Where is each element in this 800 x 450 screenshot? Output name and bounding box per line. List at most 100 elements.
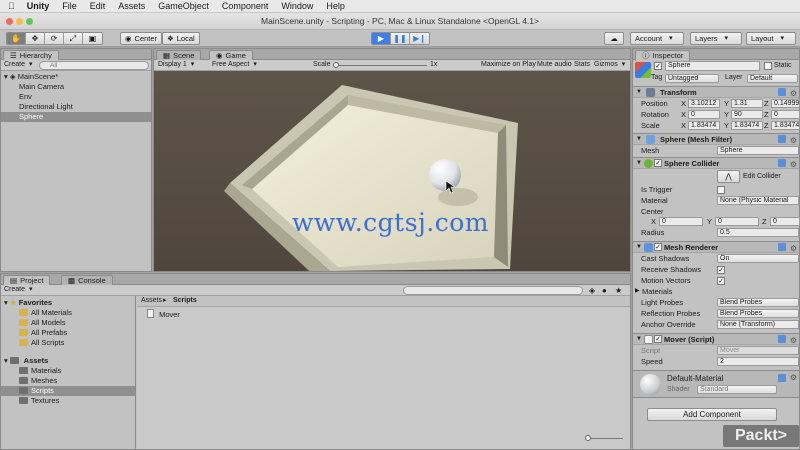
is-trigger-checkbox[interactable] [717, 186, 725, 194]
gizmos-dropdown[interactable]: Gizmos [594, 60, 625, 70]
hand-tool-icon[interactable]: ✋ [7, 33, 26, 44]
collider-enabled-checkbox[interactable]: ✓ [654, 159, 662, 167]
folder-scripts[interactable]: Scripts [1, 386, 135, 396]
layer-dropdown[interactable]: Default [747, 74, 798, 83]
menu-gameobject[interactable]: GameObject [158, 1, 209, 11]
rect-tool-icon[interactable]: ▣ [83, 33, 102, 44]
favorite-all-materials[interactable]: All Materials [1, 308, 135, 318]
breadcrumb-assets[interactable]: Assets [141, 296, 162, 306]
layers-dropdown[interactable]: Layers [690, 32, 742, 45]
script-enabled-checkbox[interactable]: ✓ [654, 335, 662, 343]
close-window-button[interactable] [6, 18, 13, 25]
mute-audio-toggle[interactable]: Mute audio [537, 60, 572, 70]
object-name-field[interactable]: Sphere [665, 61, 760, 71]
position-y-field[interactable]: 1.31 [731, 99, 763, 108]
maximize-on-play-toggle[interactable]: Maximize on Play [481, 60, 536, 70]
hierarchy-search-input[interactable]: All [39, 61, 149, 70]
assets-group[interactable]: ▾ Assets [1, 356, 135, 366]
transform-header[interactable]: ▼ Transform ⚙ [633, 86, 799, 98]
material-section[interactable]: Default-Material Shader Standard ⚙ [633, 370, 799, 398]
favorite-all-scripts[interactable]: All Scripts [1, 338, 135, 348]
menu-edit[interactable]: Edit [90, 1, 106, 11]
sphere-collider-header[interactable]: ▼ ✓ Sphere Collider ⚙ [633, 157, 799, 169]
help-reference-icon[interactable] [778, 243, 786, 251]
tag-dropdown[interactable]: Untagged [665, 74, 719, 83]
favorite-all-models[interactable]: All Models [1, 318, 135, 328]
minimize-window-button[interactable] [16, 18, 23, 25]
cast-shadows-dropdown[interactable]: On [717, 254, 799, 263]
expand-triangle-icon[interactable]: ▾ [4, 72, 8, 81]
icon-size-slider-handle[interactable] [585, 435, 591, 441]
expand-triangle-icon[interactable]: ▶ [635, 286, 640, 297]
project-search-input[interactable] [403, 286, 583, 295]
pivot-local-button[interactable]: ❖ Local [162, 32, 200, 45]
rotation-y-field[interactable]: 90 [731, 110, 763, 119]
active-checkbox[interactable]: ✓ [654, 62, 662, 70]
help-reference-icon[interactable] [778, 159, 786, 167]
renderer-enabled-checkbox[interactable]: ✓ [654, 243, 662, 251]
collapse-triangle-icon[interactable]: ▼ [636, 158, 642, 169]
scale-x-field[interactable]: 1.83474 [688, 121, 720, 130]
layout-dropdown[interactable]: Layout [746, 32, 796, 45]
filter-type-icon[interactable]: ◈ [589, 286, 595, 295]
scale-z-field[interactable]: 1.83474 [771, 121, 800, 130]
gear-icon[interactable]: ⚙ [790, 159, 797, 170]
apple-icon[interactable]:  [8, 1, 15, 11]
scene-root[interactable]: ▾ ◈ MainScene* [1, 72, 151, 82]
scale-tool-icon[interactable]: ⤢ [64, 33, 83, 44]
rotate-tool-icon[interactable]: ⟳ [45, 33, 64, 44]
reflection-probes-dropdown[interactable]: Blend Probes [717, 309, 799, 318]
move-tool-icon[interactable]: ✥ [26, 33, 45, 44]
display-dropdown[interactable]: Display 1 [158, 60, 194, 70]
folder-materials[interactable]: Materials [1, 366, 135, 376]
game-viewport[interactable]: www.cgtsj.com [154, 71, 630, 271]
play-icon[interactable]: ▶ [372, 33, 391, 44]
scale-slider-track[interactable] [335, 65, 427, 66]
static-checkbox[interactable] [764, 62, 772, 70]
folder-textures[interactable]: Textures [1, 396, 135, 406]
expand-triangle-icon[interactable]: ▾ [4, 356, 8, 365]
tab-console[interactable]: ▩ Console [61, 275, 113, 285]
help-reference-icon[interactable] [778, 335, 786, 343]
edit-collider-button[interactable]: ⋀ [717, 170, 740, 183]
receive-shadows-checkbox[interactable]: ✓ [717, 266, 725, 274]
collapse-triangle-icon[interactable]: ▼ [636, 242, 642, 253]
expand-triangle-icon[interactable]: ▾ [4, 298, 8, 307]
account-dropdown[interactable]: Account [630, 32, 684, 45]
shader-dropdown[interactable]: Standard [697, 385, 777, 394]
zoom-window-button[interactable] [26, 18, 33, 25]
scale-y-field[interactable]: 1.83474 [731, 121, 763, 130]
center-y-field[interactable]: 0 [715, 217, 759, 226]
menu-file[interactable]: File [62, 1, 77, 11]
help-reference-icon[interactable] [778, 374, 786, 382]
hierarchy-item-main-camera[interactable]: Main Camera [1, 82, 151, 92]
motion-vectors-checkbox[interactable]: ✓ [717, 277, 725, 285]
menu-window[interactable]: Window [281, 1, 313, 11]
pivot-center-button[interactable]: ◉ Center [120, 32, 163, 45]
position-x-field[interactable]: 3.10212 [688, 99, 720, 108]
radius-field[interactable]: 0.5 [717, 228, 799, 237]
center-x-field[interactable]: 0 [659, 217, 703, 226]
hierarchy-item-env[interactable]: Env [1, 92, 151, 102]
pause-icon[interactable]: ❚❚ [391, 33, 410, 44]
menu-component[interactable]: Component [222, 1, 269, 11]
scale-slider-handle[interactable] [333, 62, 339, 68]
hierarchy-item-directional-light[interactable]: Directional Light [1, 102, 151, 112]
stats-toggle[interactable]: Stats [574, 60, 590, 70]
step-icon[interactable]: ▶❙ [410, 33, 429, 44]
cloud-button[interactable]: ☁ [604, 32, 624, 45]
hierarchy-item-sphere[interactable]: Sphere [1, 112, 151, 122]
help-reference-icon[interactable] [778, 135, 786, 143]
file-mover[interactable]: Mover [137, 309, 630, 319]
add-component-button[interactable]: Add Component [647, 408, 777, 421]
gear-icon[interactable]: ⚙ [790, 373, 797, 382]
menu-assets[interactable]: Assets [118, 1, 145, 11]
aspect-dropdown[interactable]: Free Aspect [212, 60, 302, 70]
sphere-object[interactable] [429, 159, 461, 191]
tab-inspector[interactable]: ⓘ Inspector [635, 50, 691, 61]
tab-scene[interactable]: ▦ Scene [156, 50, 202, 60]
project-create-button[interactable]: Create [4, 285, 33, 295]
breadcrumb-scripts[interactable]: Scripts [173, 296, 197, 306]
filter-label-icon[interactable]: ● [602, 286, 607, 295]
mover-script-header[interactable]: ▼ ✓ Mover (Script) ⚙ [633, 333, 799, 345]
